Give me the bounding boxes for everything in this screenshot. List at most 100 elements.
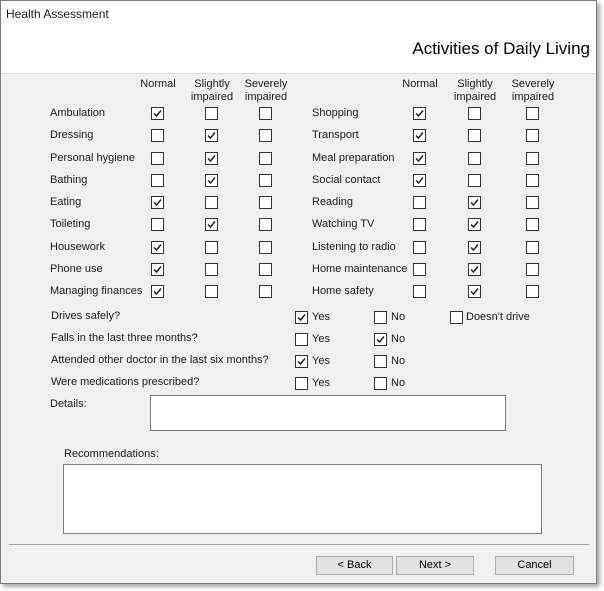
adl-reading-normal-checkbox[interactable] bbox=[413, 196, 426, 209]
question-drives-safely-doesnt-drive-label: Doesn't drive bbox=[466, 311, 530, 323]
adl-ambulation-normal-checkbox[interactable] bbox=[151, 107, 164, 120]
adl-managing-finances-severely-impaired-checkbox[interactable] bbox=[259, 285, 272, 298]
details-label: Details: bbox=[50, 398, 87, 410]
adl-social-contact-severely-impaired-checkbox[interactable] bbox=[526, 174, 539, 187]
adl-watching-tv-normal-checkbox[interactable] bbox=[413, 218, 426, 231]
adl-listening-to-radio-slightly-impaired-checkbox[interactable] bbox=[468, 241, 481, 254]
question-drives-safely-yes-checkbox[interactable] bbox=[295, 311, 308, 324]
adl-toileting-slightly-impaired-checkbox[interactable] bbox=[205, 218, 218, 231]
cancel-button[interactable]: Cancel bbox=[495, 556, 574, 575]
adl-phone-use-slightly-impaired-checkbox[interactable] bbox=[205, 263, 218, 276]
adl-social-contact-normal-checkbox[interactable] bbox=[413, 174, 426, 187]
adl-dressing-slightly-impaired-checkbox[interactable] bbox=[205, 129, 218, 142]
next-button[interactable]: Next > bbox=[396, 556, 474, 575]
adl-home-maintenance-severely-impaired-checkbox[interactable] bbox=[526, 263, 539, 276]
adl-meal-preparation-normal-checkbox[interactable] bbox=[413, 152, 426, 165]
question-attended-other-doctor-in-the-last-six-months-no-checkbox[interactable] bbox=[374, 355, 387, 368]
adl-housework-severely-impaired-checkbox[interactable] bbox=[259, 241, 272, 254]
adl-bathing-slightly-impaired-checkbox[interactable] bbox=[205, 174, 218, 187]
question-drives-safely-doesnt-drive-checkbox[interactable] bbox=[450, 311, 463, 324]
adl-transport-slightly-impaired-checkbox[interactable] bbox=[468, 129, 481, 142]
adl-label-toileting: Toileting bbox=[50, 218, 91, 230]
adl-social-contact-slightly-impaired-checkbox[interactable] bbox=[468, 174, 481, 187]
adl-managing-finances-slightly-impaired-checkbox[interactable] bbox=[205, 285, 218, 298]
col-header-left-slightly-impaired: Slightly impaired bbox=[190, 78, 234, 103]
details-input[interactable] bbox=[150, 395, 506, 431]
adl-listening-to-radio-severely-impaired-checkbox[interactable] bbox=[526, 241, 539, 254]
adl-label-ambulation: Ambulation bbox=[50, 107, 106, 119]
adl-watching-tv-severely-impaired-checkbox[interactable] bbox=[526, 218, 539, 231]
adl-ambulation-slightly-impaired-checkbox[interactable] bbox=[205, 107, 218, 120]
adl-shopping-severely-impaired-checkbox[interactable] bbox=[526, 107, 539, 120]
adl-housework-slightly-impaired-checkbox[interactable] bbox=[205, 241, 218, 254]
adl-shopping-slightly-impaired-checkbox[interactable] bbox=[468, 107, 481, 120]
adl-bathing-normal-checkbox[interactable] bbox=[151, 174, 164, 187]
adl-eating-severely-impaired-checkbox[interactable] bbox=[259, 196, 272, 209]
question-were-medications-prescribed-yes-label: Yes bbox=[312, 377, 330, 389]
window: Health Assessment Activities of Daily Li… bbox=[0, 0, 597, 584]
question-attended-other-doctor-in-the-last-six-months: Attended other doctor in the last six mo… bbox=[51, 354, 269, 366]
question-attended-other-doctor-in-the-last-six-months-no-label: No bbox=[391, 355, 406, 367]
adl-eating-normal-checkbox[interactable] bbox=[151, 196, 164, 209]
question-were-medications-prescribed-yes-checkbox[interactable] bbox=[295, 377, 308, 390]
adl-dressing-normal-checkbox[interactable] bbox=[151, 129, 164, 142]
adl-bathing-severely-impaired-checkbox[interactable] bbox=[259, 174, 272, 187]
title-bar: Health Assessment bbox=[1, 1, 596, 26]
adl-home-maintenance-slightly-impaired-checkbox[interactable] bbox=[468, 263, 481, 276]
question-attended-other-doctor-in-the-last-six-months-yes-checkbox[interactable] bbox=[295, 355, 308, 368]
col-header-right-severely-impaired: Severely impaired bbox=[511, 78, 555, 103]
adl-watching-tv-slightly-impaired-checkbox[interactable] bbox=[468, 218, 481, 231]
adl-listening-to-radio-normal-checkbox[interactable] bbox=[413, 241, 426, 254]
adl-transport-severely-impaired-checkbox[interactable] bbox=[526, 129, 539, 142]
adl-reading-severely-impaired-checkbox[interactable] bbox=[526, 196, 539, 209]
adl-meal-preparation-severely-impaired-checkbox[interactable] bbox=[526, 152, 539, 165]
adl-reading-slightly-impaired-checkbox[interactable] bbox=[468, 196, 481, 209]
adl-phone-use-normal-checkbox[interactable] bbox=[151, 263, 164, 276]
adl-home-safety-slightly-impaired-checkbox[interactable] bbox=[468, 285, 481, 298]
adl-label-listening-to-radio: Listening to radio bbox=[312, 241, 396, 253]
col-header-left-severely-impaired: Severely impaired bbox=[244, 78, 288, 103]
question-were-medications-prescribed-no-checkbox[interactable] bbox=[374, 377, 387, 390]
adl-personal-hygiene-severely-impaired-checkbox[interactable] bbox=[259, 152, 272, 165]
adl-managing-finances-normal-checkbox[interactable] bbox=[151, 285, 164, 298]
adl-eating-slightly-impaired-checkbox[interactable] bbox=[205, 196, 218, 209]
question-falls-in-the-last-three-months-no-checkbox[interactable] bbox=[374, 333, 387, 346]
footer-separator bbox=[9, 544, 589, 548]
header-panel: Activities of Daily Living bbox=[1, 26, 596, 74]
adl-home-safety-severely-impaired-checkbox[interactable] bbox=[526, 285, 539, 298]
adl-home-maintenance-normal-checkbox[interactable] bbox=[413, 263, 426, 276]
question-falls-in-the-last-three-months-yes-label: Yes bbox=[312, 333, 330, 345]
question-falls-in-the-last-three-months-yes-checkbox[interactable] bbox=[295, 333, 308, 346]
question-drives-safely-no-checkbox[interactable] bbox=[374, 311, 387, 324]
adl-label-phone-use: Phone use bbox=[50, 263, 103, 275]
adl-label-transport: Transport bbox=[312, 129, 359, 141]
adl-label-watching-tv: Watching TV bbox=[312, 218, 375, 230]
col-header-left-normal: Normal bbox=[140, 78, 176, 90]
adl-label-shopping: Shopping bbox=[312, 107, 359, 119]
page-heading: Activities of Daily Living bbox=[412, 39, 590, 58]
recommendations-input[interactable] bbox=[63, 464, 542, 534]
adl-label-housework: Housework bbox=[50, 241, 106, 253]
adl-shopping-normal-checkbox[interactable] bbox=[413, 107, 426, 120]
adl-toileting-normal-checkbox[interactable] bbox=[151, 218, 164, 231]
adl-housework-normal-checkbox[interactable] bbox=[151, 241, 164, 254]
question-falls-in-the-last-three-months-no-label: No bbox=[391, 333, 406, 345]
adl-home-safety-normal-checkbox[interactable] bbox=[413, 285, 426, 298]
adl-toileting-severely-impaired-checkbox[interactable] bbox=[259, 218, 272, 231]
adl-ambulation-severely-impaired-checkbox[interactable] bbox=[259, 107, 272, 120]
adl-label-bathing: Bathing bbox=[50, 174, 88, 186]
adl-dressing-severely-impaired-checkbox[interactable] bbox=[259, 129, 272, 142]
adl-meal-preparation-slightly-impaired-checkbox[interactable] bbox=[468, 152, 481, 165]
back-button[interactable]: < Back bbox=[316, 556, 393, 575]
adl-personal-hygiene-slightly-impaired-checkbox[interactable] bbox=[205, 152, 218, 165]
col-header-right-slightly-impaired: Slightly impaired bbox=[453, 78, 497, 103]
adl-label-meal-preparation: Meal preparation bbox=[312, 152, 395, 164]
adl-label-personal-hygiene: Personal hygiene bbox=[50, 152, 136, 164]
question-falls-in-the-last-three-months: Falls in the last three months? bbox=[51, 332, 198, 344]
adl-transport-normal-checkbox[interactable] bbox=[413, 129, 426, 142]
adl-phone-use-severely-impaired-checkbox[interactable] bbox=[259, 263, 272, 276]
adl-personal-hygiene-normal-checkbox[interactable] bbox=[151, 152, 164, 165]
recommendations-label: Recommendations: bbox=[64, 448, 159, 460]
adl-label-home-maintenance: Home maintenance bbox=[312, 263, 408, 275]
window-title: Health Assessment bbox=[6, 7, 109, 21]
